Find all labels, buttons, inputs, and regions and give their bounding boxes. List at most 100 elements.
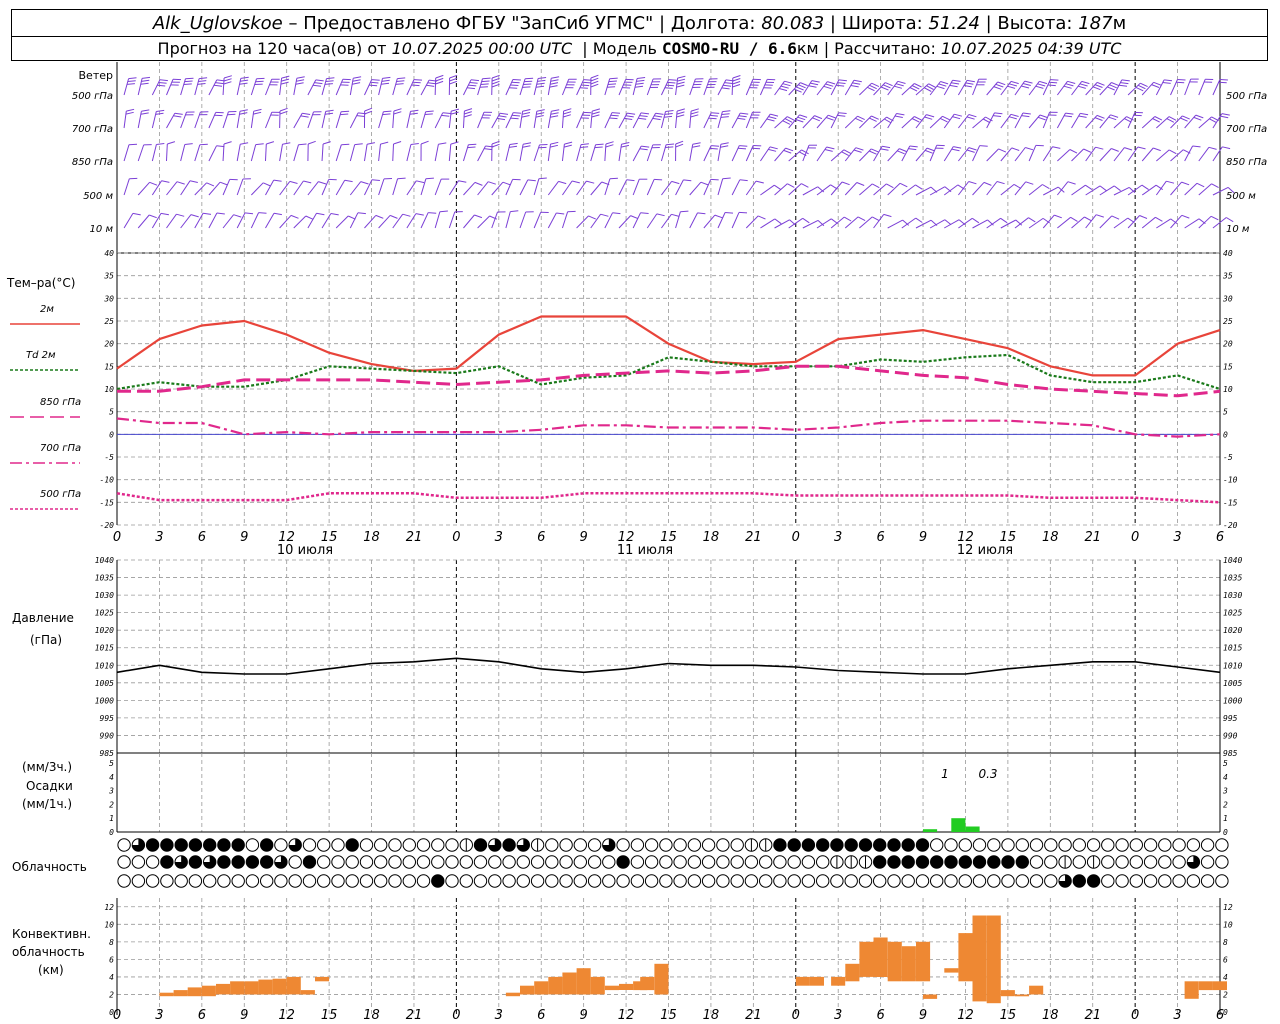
cloud-symbol: [231, 874, 245, 888]
wind-barb-feather: [826, 117, 834, 121]
precip-grid: [116, 753, 1221, 832]
wind-barb-feather: [312, 84, 322, 87]
wind-barb-feather: [952, 79, 961, 82]
wind-barb-feather: [1039, 80, 1048, 85]
wind-barb-feather: [199, 77, 208, 80]
temp-x-tick: 3: [495, 530, 503, 545]
wind-barb-feather: [915, 217, 923, 223]
cloud-fill: [616, 855, 630, 869]
conv-x-tick: 21: [406, 1008, 423, 1023]
wind-barb-feather: [638, 117, 647, 120]
wind-barb-staff: [165, 143, 168, 162]
wind-barb-feather: [535, 85, 545, 88]
wind-barb-staff: [519, 179, 529, 196]
cloud-symbol: [1015, 838, 1029, 852]
wind-barb-feather: [563, 114, 571, 118]
wind-barb-feather: [768, 116, 777, 120]
cloud-fill: [346, 838, 359, 852]
cloud-symbol: [930, 874, 944, 888]
wind-barb-feather: [692, 142, 701, 145]
wind-barb-staff: [1085, 146, 1096, 162]
wind-barb-feather: [522, 112, 531, 115]
wind-barb-feather: [381, 79, 390, 82]
wind-barb-feather: [997, 81, 1006, 86]
wind-barb-feather: [126, 83, 135, 85]
cloud-fill: [189, 855, 202, 869]
wind-barb-feather: [410, 109, 419, 112]
temp-tick-left: -20: [100, 521, 115, 530]
cloud-symbol: [687, 838, 702, 852]
wind-barb-feather: [341, 110, 350, 113]
wind-barb-feather: [1050, 79, 1059, 81]
wind-barb-staff: [1156, 149, 1170, 162]
conv-tick-right: 6: [1223, 955, 1228, 964]
wind-barb-staff: [1184, 145, 1194, 162]
wind-barb-staff: [1141, 147, 1154, 162]
wind-barb-staff: [604, 178, 611, 196]
cloud-symbol: [801, 874, 816, 888]
wind-barb-feather: [538, 77, 547, 79]
conv-tick-right: 8: [1223, 938, 1228, 947]
conv-grid: [116, 898, 1221, 1015]
cloud-symbol: [587, 838, 602, 852]
cloud-fill: [845, 838, 858, 852]
conv-tick-left: 10: [104, 920, 114, 929]
wind-barb-feather: [513, 112, 522, 114]
wind-barb-feather: [550, 141, 559, 145]
wind-barb-feather: [1180, 117, 1188, 122]
wind-barb-feather: [428, 212, 437, 214]
conv-tick-right: 10: [1223, 920, 1233, 929]
wind-barb-feather: [579, 87, 588, 89]
wind-barb-feather: [1137, 84, 1146, 90]
conv-x-tick: 0: [1131, 1008, 1139, 1023]
wind-barb-feather: [700, 181, 709, 186]
wind-barb-staff: [1028, 145, 1037, 162]
precip-tick-left: 2: [109, 800, 114, 809]
wind-barb-staff: [675, 179, 684, 196]
wind-barb-feather: [909, 87, 918, 92]
pres-tick-left: 1005: [95, 679, 114, 688]
wind-barb-feather: [828, 114, 836, 119]
wind-barb-feather: [782, 120, 791, 125]
wind-barb-staff: [364, 215, 377, 229]
wind-barb-feather: [993, 115, 1002, 117]
precip-3h-label: (мм/3ч.): [22, 760, 72, 774]
cloud-symbol: [530, 874, 545, 888]
conv-x-tick: 18: [1042, 1008, 1059, 1023]
wind-barb-staff: [660, 79, 670, 96]
wind-barb-feather: [1140, 82, 1148, 88]
wind-barb-feather: [774, 218, 782, 225]
wind-barb-feather: [692, 145, 701, 148]
cloud-symbol: [502, 855, 516, 869]
wind-barb-feather: [590, 80, 599, 85]
wind-barb-feather: [142, 76, 151, 79]
wind-barb-feather: [711, 112, 720, 114]
wind-barb-feather: [1042, 184, 1050, 190]
wind-barb-staff: [972, 182, 985, 196]
cloud-symbol: [416, 838, 431, 852]
wind-barb-staff: [1170, 181, 1182, 196]
wind-barb-feather: [415, 213, 424, 216]
wind-barb-staff: [830, 181, 843, 196]
wind-barb-feather: [512, 79, 521, 81]
wind-barb-staff: [1184, 218, 1200, 229]
wind-barb-staff: [434, 211, 441, 229]
wind-barb-feather: [605, 144, 614, 148]
wind-barb-feather: [174, 112, 183, 115]
wind-barb-staff: [1099, 215, 1113, 229]
temp-tick-left: -5: [104, 453, 114, 462]
wind-barb-staff: [1071, 184, 1086, 196]
wind-barb-feather: [522, 145, 531, 148]
cloud-fill: [987, 855, 1000, 869]
temp-tick-right: 35: [1222, 272, 1233, 281]
wind-barb-feather: [768, 148, 777, 152]
cloud-symbol: [1200, 855, 1215, 869]
wind-barb-feather: [739, 179, 748, 182]
wind-barb-feather: [1218, 81, 1227, 84]
wind-barb-staff: [632, 212, 642, 229]
wind-barb-feather: [1081, 80, 1090, 85]
wind-barb-feather: [608, 80, 617, 83]
wind-barb-staff: [321, 143, 324, 162]
precip-tick-left: 5: [109, 759, 114, 768]
wind-barb-feather: [160, 212, 169, 216]
